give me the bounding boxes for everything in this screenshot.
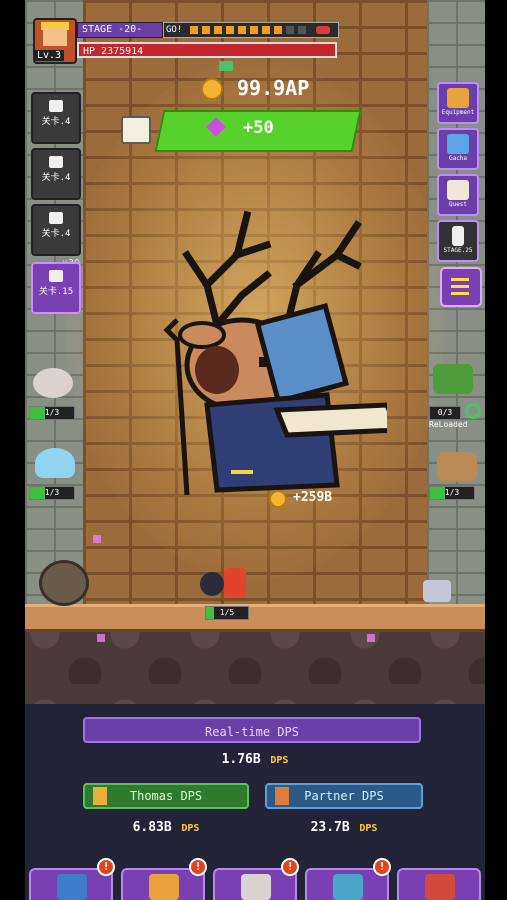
shield-weapon-icon: [39, 560, 89, 606]
thomas-dps-row: 6.83B DPS: [83, 816, 249, 835]
menu-button[interactable]: [440, 267, 482, 307]
shop-icon: [425, 874, 455, 900]
partner-dps-row: 23.7B DPS: [265, 816, 423, 835]
arcade-machine-icon: [333, 874, 363, 900]
active-slot[interactable]: 关卡.15: [31, 262, 81, 314]
realtime-dps-value: 1.76B: [221, 752, 261, 767]
thomas-dps-value: 6.83B: [132, 820, 172, 835]
quest-button[interactable]: Quest: [437, 174, 479, 216]
alert-badge: !: [189, 858, 207, 876]
lock-icon: [452, 226, 464, 246]
realtime-dps-row: 1.76B DPS: [25, 748, 485, 767]
adventurer-unit-count: 1/3: [429, 486, 475, 500]
gacha-icon: [447, 134, 469, 154]
game-screen: Lv.3 STAGE -20- GO! HP 2375914 99.9AP +5…: [25, 0, 485, 900]
go-label: GO!: [166, 25, 183, 35]
marker-icon: [219, 61, 233, 71]
reload-icon[interactable]: [465, 403, 481, 419]
player-hero[interactable]: [200, 566, 248, 602]
crocodile-unit[interactable]: [433, 364, 473, 394]
lock-icon: [49, 156, 63, 168]
partner-dps-label: Partner DPS: [265, 783, 423, 809]
hero-icon: [57, 874, 87, 900]
boss-hp-bar: HP 2375914: [77, 42, 337, 58]
coin-icon: [269, 490, 287, 508]
player-level: Lv.3: [34, 50, 65, 61]
hero-count-bar: 1/5: [205, 606, 249, 620]
crocodile-unit-count: 0/3: [429, 406, 461, 420]
stage-indicator: STAGE -20-: [77, 22, 163, 38]
gem-reward-amount: +50: [243, 118, 274, 138]
wave-progress-bar: GO!: [163, 22, 339, 38]
ghost-unit-count: 1/3: [29, 486, 75, 500]
adventurer-unit[interactable]: [437, 452, 477, 482]
alert-badge: !: [281, 858, 299, 876]
helmet-icon: [447, 88, 469, 108]
deer-mage-boss[interactable]: [147, 195, 387, 495]
equipment-button[interactable]: Equipment: [437, 82, 479, 124]
lock-icon: [49, 100, 63, 112]
tab-shop[interactable]: [397, 868, 481, 900]
alert-badge: !: [373, 858, 391, 876]
realtime-dps-label: Real-time DPS: [83, 717, 421, 743]
projectile: [231, 470, 253, 474]
skill-scroll-icon: [241, 874, 271, 900]
locked-slot-2[interactable]: 关卡.4: [31, 148, 81, 200]
coin-icon: [201, 78, 223, 100]
stage-lock-button[interactable]: STAGE.25: [437, 220, 479, 262]
coin-drop-amount: +259B: [293, 490, 333, 505]
upgrade-hammer-icon: [149, 874, 179, 900]
locked-slot-1[interactable]: 关卡.4: [31, 92, 81, 144]
rabbit-unit-count: 1/3: [29, 406, 75, 420]
partner-dps-value: 23.7B: [310, 820, 350, 835]
reload-status: ReLoaded: [429, 420, 468, 429]
dps-unit: DPS: [270, 755, 289, 766]
alert-badge: !: [97, 858, 115, 876]
dps-unit: DPS: [359, 823, 378, 834]
dps-unit: DPS: [181, 823, 200, 834]
pot-icon: [423, 580, 451, 602]
rabbit-unit[interactable]: [33, 368, 73, 398]
currency-amount: 99.9AP: [237, 76, 310, 100]
boss-skull-icon: [316, 26, 330, 34]
quest-checklist-icon[interactable]: [121, 116, 151, 144]
quest-scroll-icon: [447, 180, 469, 200]
locked-slot-3[interactable]: 关卡.4: [31, 204, 81, 256]
floor-ledge: [25, 604, 485, 632]
lock-icon: [49, 270, 63, 282]
thomas-dps-label: Thomas DPS: [83, 783, 249, 809]
ghost-unit[interactable]: [35, 448, 75, 478]
lock-icon: [49, 212, 63, 224]
gacha-button[interactable]: Gacha: [437, 128, 479, 170]
